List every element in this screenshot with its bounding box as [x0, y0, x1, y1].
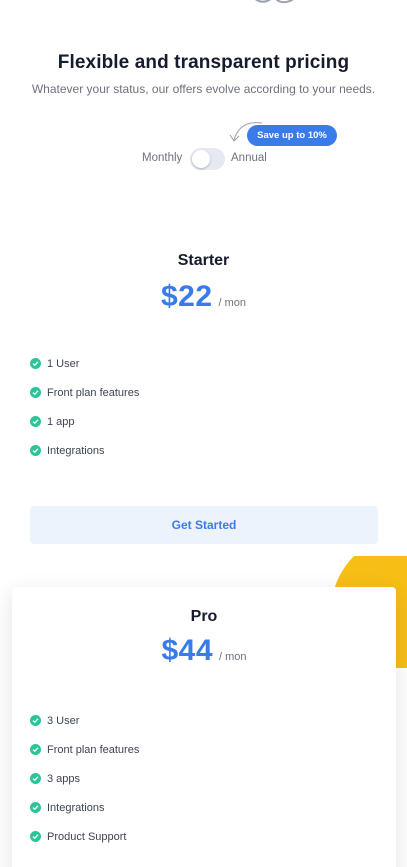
check-circle-icon: [30, 358, 41, 369]
decorative-scribble: [255, 0, 293, 4]
check-circle-icon: [30, 445, 41, 456]
feature-label: Front plan features: [47, 386, 140, 399]
check-circle-icon: [30, 715, 41, 726]
feature-list: 1 User Front plan features 1 app Integra…: [30, 349, 139, 465]
feature-item: Integrations: [30, 793, 139, 822]
feature-label: 3 apps: [47, 772, 81, 785]
check-circle-icon: [30, 387, 41, 398]
pricing-title: Flexible and transparent pricing: [57, 52, 350, 73]
price-amount: $22: [160, 280, 213, 313]
price-amount: $44: [161, 634, 214, 667]
feature-item: Front plan features: [30, 378, 139, 407]
check-circle-icon: [30, 773, 41, 784]
pricing-subtitle: Whatever your status, our offers evolve …: [31, 82, 376, 96]
feature-item: Product Support: [30, 822, 139, 851]
check-circle-icon: [30, 831, 41, 842]
feature-item: Integrations: [30, 436, 139, 465]
feature-item: Front plan features: [30, 735, 139, 764]
feature-label: Integrations: [47, 444, 105, 457]
feature-item: 1 app: [30, 407, 139, 436]
plan-name: Pro: [190, 608, 218, 625]
price-row: $44 / mon: [12, 634, 396, 668]
feature-label: 1 app: [47, 415, 75, 428]
toggle-label-monthly[interactable]: Monthly: [142, 152, 182, 164]
price-row: $22 / mon: [0, 280, 407, 314]
feature-label: Product Support: [47, 830, 127, 843]
pricing-page: Flexible and transparent pricing Whateve…: [0, 0, 407, 867]
check-circle-icon: [30, 802, 41, 813]
plan-name: Starter: [177, 252, 230, 269]
price-period: / mon: [219, 651, 247, 663]
toggle-knob: [192, 150, 210, 168]
save-badge: Save up to 10%: [247, 125, 337, 146]
price-period: / mon: [218, 297, 247, 309]
check-circle-icon: [30, 416, 41, 427]
feature-item: 3 apps: [30, 764, 139, 793]
get-started-button[interactable]: Get Started: [30, 506, 378, 544]
billing-toggle[interactable]: [190, 148, 225, 170]
plan-card-starter: Starter $22 / mon 1 User Front plan featu…: [0, 240, 407, 560]
feature-item: 1 User: [30, 349, 139, 378]
feature-label: 3 User: [47, 714, 80, 727]
plan-card-pro: Pro $44 / mon 3 User Front plan features …: [12, 587, 396, 867]
billing-toggle-row: Monthly Annual: [0, 148, 407, 170]
toggle-label-annual[interactable]: Annual: [231, 152, 267, 164]
feature-item: 3 User: [30, 706, 139, 735]
check-circle-icon: [30, 744, 41, 755]
feature-list: 3 User Front plan features 3 apps Integr…: [30, 706, 139, 851]
feature-label: Front plan features: [47, 743, 140, 756]
feature-label: Integrations: [47, 801, 105, 814]
feature-label: 1 User: [47, 357, 80, 370]
